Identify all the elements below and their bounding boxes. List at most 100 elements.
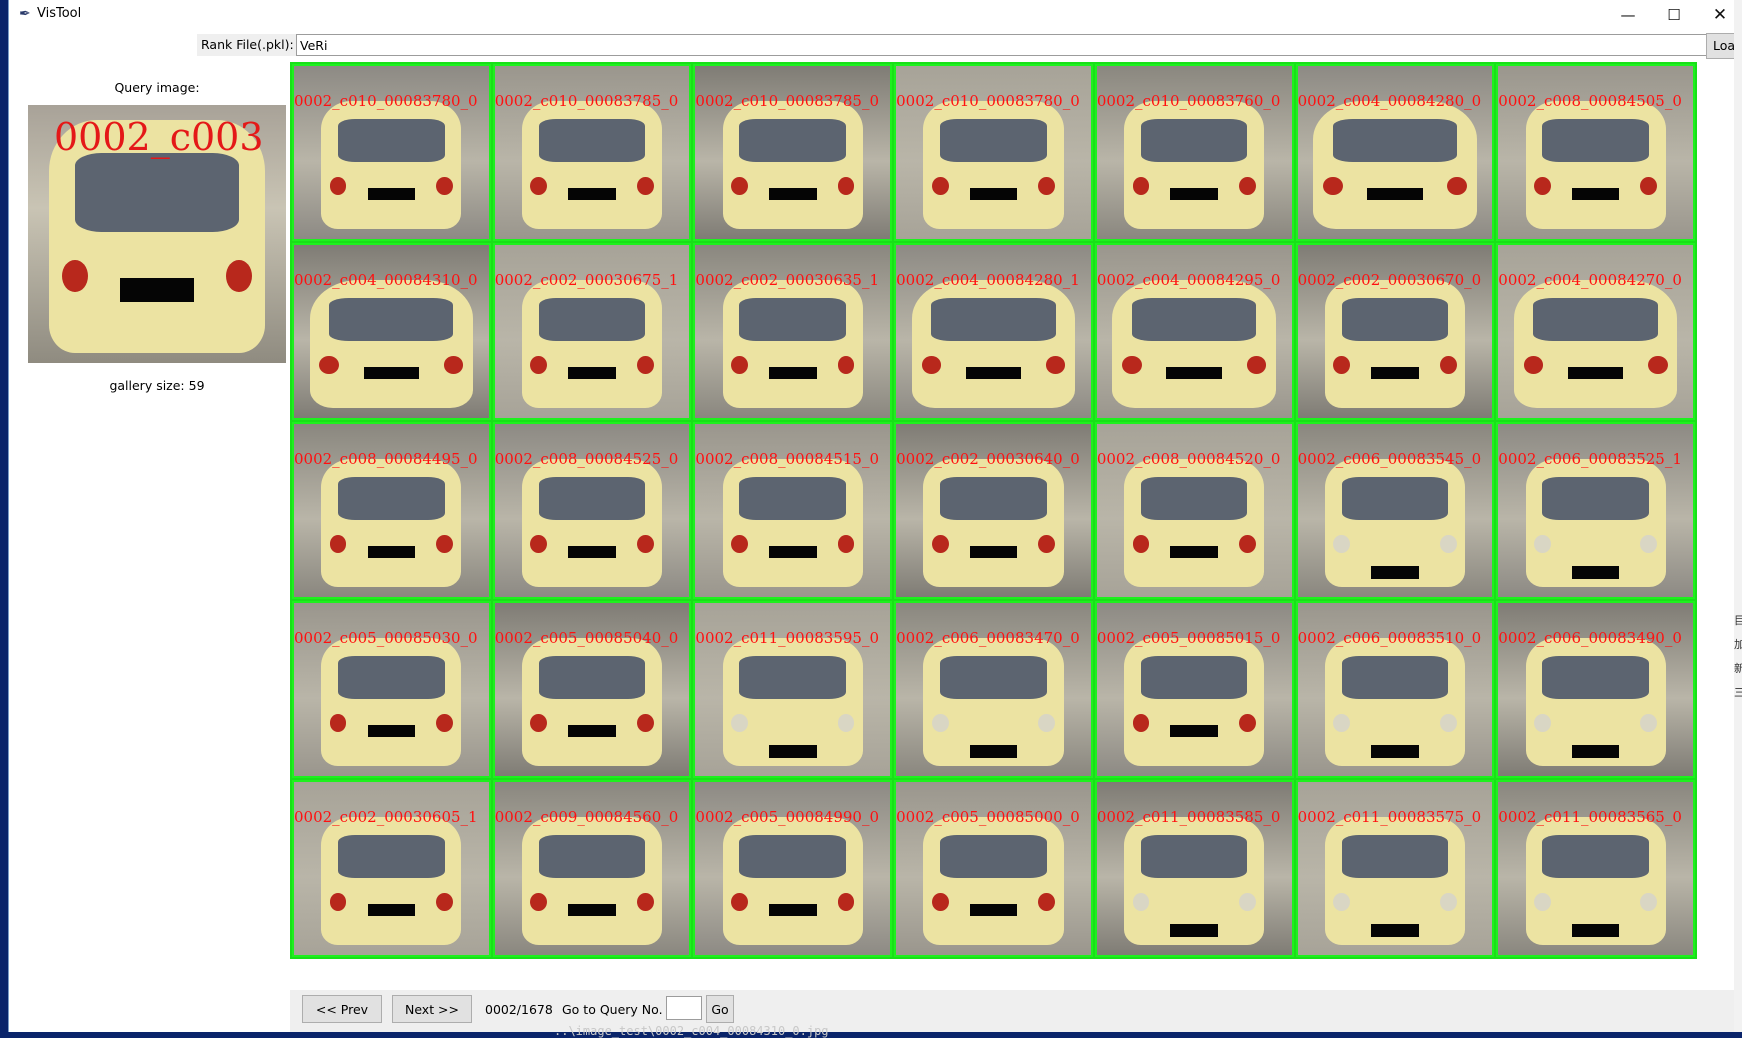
car-image [1324,458,1465,587]
gallery-tile: 0002_c010_00083780_0 [894,64,1093,241]
gallery-tile-label: 0002_c006_00083470_0 [896,629,1080,647]
gallery-tile-label: 0002_c011_00083565_0 [1498,808,1682,826]
car-image [521,816,663,945]
gallery-tile-label: 0002_c010_00083760_0 [1096,92,1281,110]
background-terminal [0,1032,1742,1037]
car-image [309,279,474,408]
rank-file-label: Rank File(.pkl): [197,34,298,56]
car-image [321,816,462,945]
car-image [1525,816,1666,945]
gallery-tile-label: 0002_c006_00083545_0 [1297,450,1482,468]
gallery-tile-label: 0002_c002_00030640_0 [896,450,1080,468]
car-image [1324,816,1465,945]
gallery-tile: 0002_c005_00085030_0 [292,601,491,778]
car-image [923,100,1064,229]
gallery-tile: 0002_c005_00085000_0 [894,780,1093,957]
car-image [1525,637,1666,766]
car-image [722,458,863,587]
car-image [923,458,1064,587]
car-image [321,458,462,587]
go-button[interactable]: Go [706,995,734,1023]
gallery-tile: 0002_c009_00084560_0 [492,780,692,957]
gallery-tile-label: 0002_c006_00083525_1 [1498,450,1682,468]
gallery-tile-label: 0002_c002_00030635_1 [695,271,880,289]
gallery-tile-label: 0002_c005_00085030_0 [294,629,478,647]
terminal-output-text: ..\image_test\0002_c004_00084310_0.jpg [554,1024,829,1038]
gallery-tile: 0002_c008_00084505_0 [1496,64,1695,241]
car-image [521,100,663,229]
car-image [1112,279,1276,408]
gallery-size: gallery size: 59 [109,378,205,393]
car-image [1525,458,1666,587]
gallery-tile: 0002_c002_00030640_0 [894,422,1093,599]
gallery-tile-label: 0002_c011_00083575_0 [1297,808,1482,826]
car-image [521,458,663,587]
gallery-tile: 0002_c006_00083490_0 [1496,601,1695,778]
minimize-button[interactable]: — [1605,0,1651,30]
gallery-tile: 0002_c010_00083785_0 [492,64,692,241]
gallery-tile: 0002_c006_00083470_0 [894,601,1093,778]
gallery-tile: 0002_c004_00084270_0 [1496,243,1695,420]
car-image [521,637,663,766]
query-image-overlay: 0002_c003 [54,115,264,159]
gallery-tile: 0002_c004_00084280_1 [894,243,1093,420]
gallery-tile: 0002_c010_00083780_0 [292,64,491,241]
gallery-tile: 0002_c002_00030635_1 [693,243,893,420]
car-image [1324,637,1465,766]
car-image [521,279,663,408]
car-image [1124,637,1265,766]
gallery-tile-label: 0002_c009_00084560_0 [494,808,679,826]
gallery-tile-label: 0002_c004_00084310_0 [294,271,478,289]
car-image [1324,279,1465,408]
background-window-edge: 目 加 新 三 [1734,0,1742,1037]
gallery-tile-label: 0002_c008_00084515_0 [695,450,880,468]
maximize-button[interactable]: ☐ [1651,0,1697,30]
car-image [1525,100,1666,229]
prev-button[interactable]: << Prev [302,995,382,1023]
car-image [722,816,863,945]
feather-icon: ✒ [19,6,31,22]
gallery-tile: 0002_c004_00084280_0 [1295,64,1495,241]
next-button[interactable]: Next >> [392,995,472,1023]
gallery-tile-label: 0002_c005_00084990_0 [695,808,880,826]
gallery-tile: 0002_c006_00083545_0 [1295,422,1495,599]
gallery-tile: 0002_c008_00084520_0 [1094,422,1294,599]
car-image [923,816,1064,945]
title-bar[interactable]: ✒ VisTool — ☐ ✕ [9,0,1742,30]
gallery-tile: 0002_c004_00084310_0 [292,243,491,420]
gallery-tile: 0002_c002_00030670_0 [1295,243,1495,420]
gallery-tile-label: 0002_c006_00083490_0 [1498,629,1682,647]
gallery-tile: 0002_c011_00083575_0 [1295,780,1495,957]
gallery-tile: 0002_c011_00083565_0 [1496,780,1695,957]
gallery-tile-label: 0002_c010_00083780_0 [896,92,1080,110]
gallery-tile: 0002_c011_00083585_0 [1094,780,1294,957]
goto-query-input[interactable] [666,996,702,1020]
gallery-tile-label: 0002_c002_00030675_1 [494,271,679,289]
car-image [1513,279,1678,408]
query-image-label: Query image: [114,80,200,95]
vistool-window: ✒ VisTool — ☐ ✕ Rank File(.pkl): Load Qu… [8,0,1742,1032]
gallery-tile-label: 0002_c008_00084520_0 [1096,450,1281,468]
gallery-tile: 0002_c002_00030605_1 [292,780,491,957]
car-image [911,279,1076,408]
gallery-tile-label: 0002_c005_00085015_0 [1096,629,1281,647]
gallery-tile: 0002_c006_00083525_1 [1496,422,1695,599]
rank-file-input[interactable] [296,34,1710,56]
gallery-tile: 0002_c008_00084515_0 [693,422,893,599]
car-image [722,637,863,766]
window-title: VisTool [37,6,82,21]
gallery-tile: 0002_c004_00084295_0 [1094,243,1294,420]
car-image [1124,458,1265,587]
gallery-tile-label: 0002_c010_00083785_0 [695,92,880,110]
gallery-tile-label: 0002_c011_00083595_0 [695,629,880,647]
gallery-tile-label: 0002_c008_00084525_0 [494,450,679,468]
gallery-tile: 0002_c002_00030675_1 [492,243,692,420]
car-image [923,637,1064,766]
car-image [722,279,863,408]
gallery-tile: 0002_c005_00084990_0 [693,780,893,957]
gallery-tile-label: 0002_c002_00030670_0 [1297,271,1482,289]
gallery-tile-label: 0002_c005_00085000_0 [896,808,1080,826]
gallery-tile: 0002_c005_00085040_0 [492,601,692,778]
gallery-tile: 0002_c006_00083510_0 [1295,601,1495,778]
gallery-grid: 0002_c010_00083780_0 0002_c010_00083785_0… [290,62,1697,959]
